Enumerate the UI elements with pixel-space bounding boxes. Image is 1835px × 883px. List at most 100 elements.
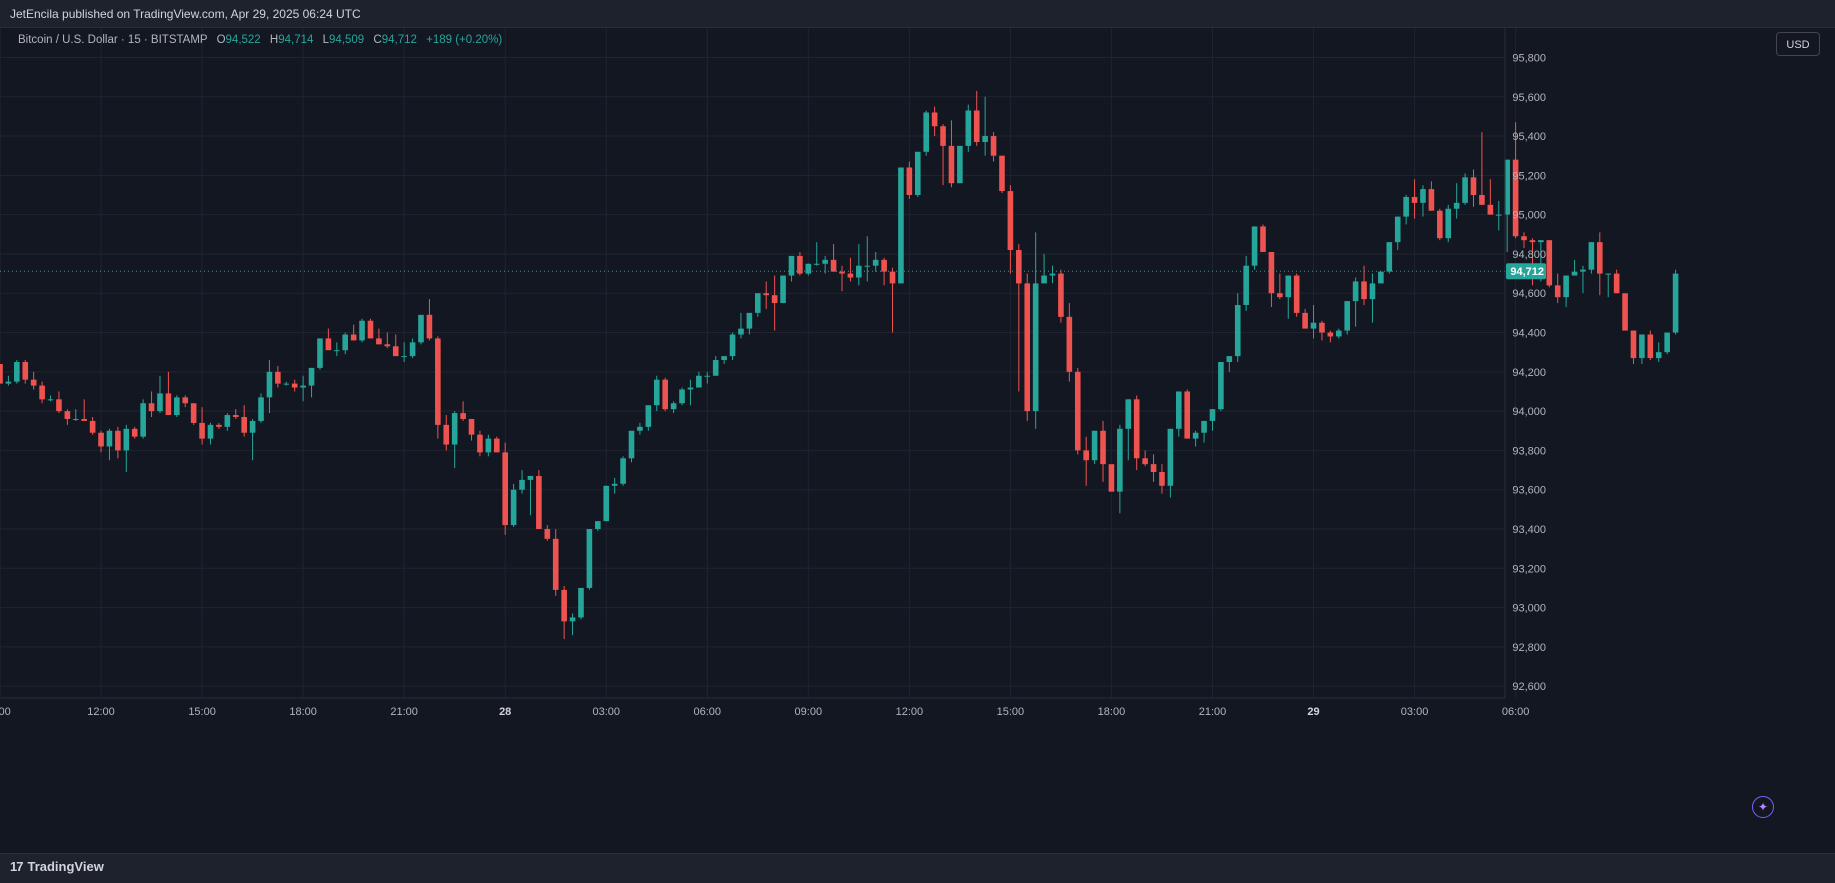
- candle-body: [1453, 202, 1460, 209]
- candle-body: [325, 338, 332, 351]
- price-tick-label: 95,000: [1512, 210, 1546, 222]
- price-tick-label: 94,200: [1512, 367, 1546, 379]
- candle-body: [729, 334, 736, 357]
- candle-body: [190, 403, 197, 423]
- candle-body: [1521, 236, 1527, 241]
- candle-body: [468, 418, 475, 435]
- candle-body: [1293, 275, 1300, 313]
- candle-body: [89, 420, 96, 433]
- candle-body: [409, 342, 416, 357]
- candle-body: [1605, 273, 1612, 275]
- candle-body: [510, 489, 517, 526]
- price-tick-label: 93,600: [1512, 485, 1546, 497]
- candle-body: [283, 383, 290, 385]
- candle-body: [426, 314, 433, 339]
- candle-body: [376, 338, 382, 345]
- candle-body: [477, 434, 483, 453]
- price-tick-label: 93,200: [1512, 563, 1546, 575]
- candle-body: [266, 371, 273, 398]
- symbol-legend: Bitcoin / U.S. Dollar · 15 · BITSTAMP O9…: [18, 34, 502, 46]
- candle-body: [1352, 281, 1359, 302]
- price-tick-label: 93,800: [1512, 445, 1546, 457]
- price-tick-label: 93,400: [1512, 524, 1546, 536]
- tradingview-logo[interactable]: 17 TradingView: [10, 859, 104, 874]
- candle-body: [72, 418, 79, 420]
- candle-body: [1150, 464, 1157, 473]
- candle-body: [999, 155, 1005, 192]
- candle-body: [1125, 399, 1132, 429]
- candle-body: [1580, 269, 1586, 272]
- time-tick-label: 21:00: [1199, 706, 1227, 718]
- publish-info-bar: JetEncila published on TradingView.com, …: [0, 0, 1835, 28]
- candle-body: [536, 475, 542, 529]
- candle-body: [645, 405, 652, 427]
- candle-body: [1344, 301, 1350, 331]
- candle-body: [923, 112, 929, 152]
- price-tick-label: 92,600: [1512, 681, 1546, 693]
- candle-body: [1529, 240, 1536, 243]
- candle-body: [258, 397, 264, 421]
- time-tick-label: 12:00: [87, 706, 115, 718]
- sparkle-icon[interactable]: ✦: [1752, 796, 1774, 818]
- candle-body: [502, 452, 508, 526]
- price-tick-label: 92,800: [1512, 642, 1546, 654]
- candle-body: [780, 275, 786, 304]
- candle-body: [1495, 214, 1502, 216]
- candle-body: [721, 356, 727, 361]
- candle-body: [47, 399, 54, 401]
- candle-body: [334, 350, 340, 352]
- candle-body: [864, 265, 871, 267]
- candle-body: [291, 383, 298, 388]
- candle-body: [1554, 285, 1561, 298]
- candle-body: [1184, 391, 1191, 439]
- footer-bar: [0, 853, 1835, 883]
- candle-body: [763, 293, 770, 296]
- candle-body: [1032, 283, 1039, 412]
- chart-background: [0, 28, 1764, 819]
- candle-body: [1664, 332, 1670, 353]
- candle-body: [990, 136, 997, 156]
- candle-body: [115, 430, 121, 451]
- candle-body: [527, 475, 534, 480]
- price-tick-label: 95,800: [1512, 52, 1546, 64]
- candle-body: [232, 415, 239, 418]
- candle-body: [578, 587, 584, 618]
- candle-body: [1234, 305, 1241, 357]
- candle-body: [1445, 208, 1452, 239]
- candle-body: [1302, 312, 1308, 329]
- candle-body: [637, 426, 643, 431]
- candle-body: [1394, 216, 1401, 243]
- candle-body: [1597, 242, 1603, 274]
- candle-body: [1386, 242, 1393, 272]
- candle-body: [1546, 240, 1553, 286]
- candle-body: [5, 381, 12, 384]
- candle-body: [1192, 432, 1199, 439]
- candle-body: [0, 363, 3, 384]
- time-tick-label: 28: [499, 706, 511, 718]
- change-value: +189 (+0.20%): [426, 34, 503, 46]
- candle-body: [1024, 283, 1031, 412]
- candle-body: [1142, 458, 1148, 465]
- candle-body: [973, 110, 980, 142]
- candle-body: [931, 112, 938, 127]
- candle-body: [746, 312, 753, 329]
- candle-body: [199, 422, 205, 439]
- time-tick-label: 15:00: [188, 706, 216, 718]
- candlestick-chart[interactable]: 92,600 92,800 93,000 93,200 93,400 93,600 93,8…: [0, 28, 1764, 819]
- candle-body: [1176, 391, 1182, 429]
- currency-button[interactable]: USD: [1776, 32, 1820, 56]
- candle-body: [1310, 322, 1317, 329]
- candle-body: [106, 430, 113, 447]
- candle-body: [451, 413, 458, 445]
- candle-body: [1226, 356, 1233, 362]
- close-key: C: [373, 34, 382, 46]
- candle-body: [839, 271, 845, 274]
- candle-body: [847, 273, 854, 278]
- time-tick-label: 06:00: [1502, 706, 1530, 718]
- candle-body: [1361, 281, 1367, 300]
- candle-body: [148, 403, 155, 412]
- candle-body: [1647, 334, 1654, 359]
- candle-body: [14, 362, 20, 382]
- candle-body: [39, 385, 45, 400]
- candle-body: [98, 432, 104, 447]
